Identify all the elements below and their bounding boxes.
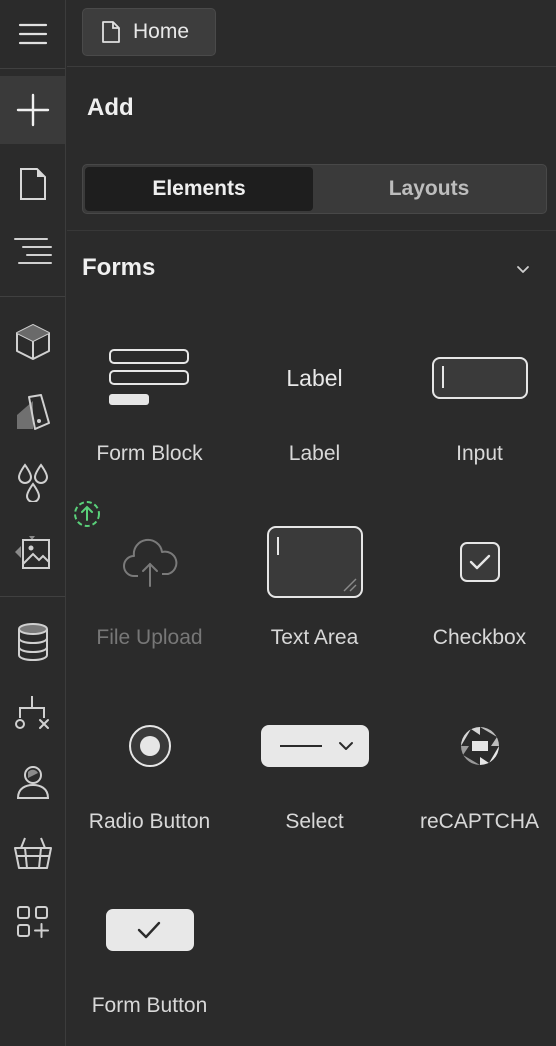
element-input[interactable]: Input [397, 318, 556, 498]
left-rail [0, 0, 66, 1046]
input-icon [431, 357, 528, 399]
element-checkbox[interactable]: Checkbox [397, 502, 556, 682]
cms-icon [17, 623, 48, 662]
menu-button[interactable] [0, 0, 65, 68]
radio-button-icon [128, 725, 171, 767]
element-label: Form Block [96, 442, 203, 465]
chevron-down-icon [517, 266, 529, 273]
select-icon [260, 725, 369, 767]
add-icon [16, 93, 49, 127]
users-button[interactable] [0, 748, 65, 816]
label-preview: Label [286, 364, 343, 391]
tab-switcher: Elements Layouts [82, 164, 547, 214]
element-form-block[interactable]: Form Block [67, 318, 232, 498]
element-form-button[interactable]: Form Button [67, 870, 232, 1046]
logic-button[interactable] [0, 678, 65, 746]
users-icon [16, 766, 49, 799]
logic-icon [14, 696, 49, 729]
top-bar: Home [67, 0, 556, 67]
variables-icon [17, 463, 48, 502]
assets-icon [14, 536, 50, 569]
element-text-area[interactable]: Text Area [232, 502, 397, 682]
apps-button[interactable] [0, 888, 65, 956]
element-select[interactable]: Select [232, 686, 397, 866]
panel-title: Add [87, 94, 134, 121]
add-panel-button[interactable] [0, 76, 65, 144]
cloud-upload-icon [122, 538, 177, 587]
element-file-upload[interactable]: File Upload [67, 502, 232, 682]
element-label: Text Area [270, 626, 359, 649]
element-label: File Upload [96, 626, 203, 649]
ecommerce-button[interactable] [0, 818, 65, 886]
page-selector-label: Home [133, 20, 190, 43]
checkbox-icon [459, 542, 500, 582]
divider [67, 230, 556, 231]
cms-button[interactable] [0, 608, 65, 676]
form-button-icon [105, 909, 194, 951]
section-title[interactable]: Forms [82, 254, 155, 282]
style-selectors-icon [16, 394, 50, 430]
apps-icon [16, 906, 49, 938]
tab-layouts[interactable]: Layouts [315, 167, 543, 211]
ecommerce-icon [13, 837, 52, 869]
element-radio-button[interactable]: Radio Button [67, 686, 232, 866]
page-selector-button[interactable]: Home [82, 8, 216, 56]
tab-elements[interactable]: Elements [85, 167, 313, 211]
navigator-button[interactable] [0, 216, 65, 284]
form-block-icon [108, 349, 189, 405]
add-panel: Add Elements Layouts Forms Form Block La… [67, 68, 556, 1046]
element-recaptcha[interactable]: reCAPTCHA [397, 686, 556, 866]
element-label: Radio Button [88, 810, 211, 833]
components-icon [15, 324, 50, 360]
variables-button[interactable] [0, 448, 65, 516]
element-label: Input [456, 442, 503, 465]
pages-button[interactable] [0, 150, 65, 218]
element-label: Label [288, 442, 341, 465]
collapse-section-button[interactable] [511, 258, 535, 282]
style-selectors-button[interactable] [0, 378, 65, 446]
pages-icon [19, 168, 46, 200]
element-label: Checkbox [432, 626, 527, 649]
navigator-icon [13, 238, 52, 264]
menu-icon [18, 23, 47, 45]
page-icon [102, 21, 120, 43]
element-label: Select [285, 810, 344, 833]
text-area-icon [266, 526, 363, 598]
assets-button[interactable] [0, 518, 65, 586]
element-label[interactable]: Label Label [232, 318, 397, 498]
element-label: reCAPTCHA [419, 810, 540, 833]
element-label: Form Button [91, 994, 208, 1017]
recaptcha-icon [460, 727, 499, 765]
components-button[interactable] [0, 308, 65, 376]
